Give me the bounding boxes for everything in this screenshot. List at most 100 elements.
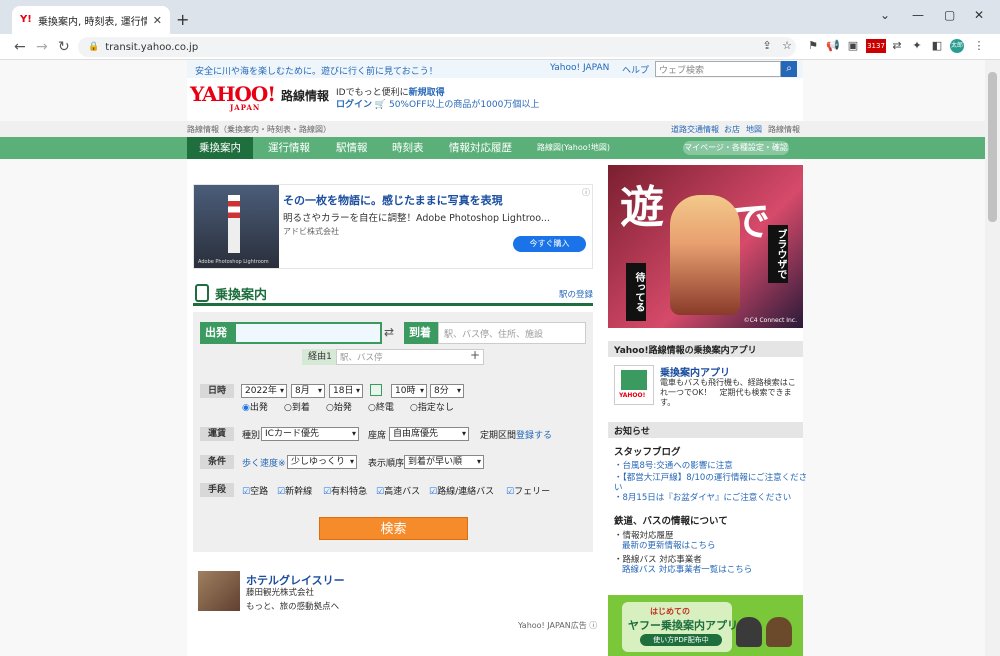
help-link[interactable]: ヘルプ [622,63,649,76]
fare-type-select[interactable]: ICカード優先 [261,427,359,441]
extension-box-icon[interactable]: ▣ [846,39,860,53]
hour-select[interactable]: 10時 [391,384,427,398]
map-link[interactable]: 地図 [746,124,762,135]
extensions-puzzle-icon[interactable]: ✦ [910,39,924,53]
game-ad-banner[interactable]: 遊 で ブラウザで 待ってる ©C4 Connect Inc. [608,165,803,328]
check-air[interactable]: ☑空路 [242,484,268,497]
radio-departure[interactable]: ◉出発 [242,400,268,413]
nav-service-info[interactable]: 運行情報 [256,137,322,159]
scrollbar-thumb[interactable] [988,72,997,222]
blog-item-obon[interactable]: ・8月15日は『お盆ダイヤ』にご注意ください [614,491,791,503]
nav-history[interactable]: 情報対応履歴 [437,137,524,159]
radio-first[interactable]: ○始発 [326,400,352,413]
extension-bookmark-icon[interactable]: ⚑ [806,39,820,53]
tab-search-icon[interactable]: ⌄ [880,8,890,22]
check-ferry[interactable]: ☑フェリー [506,484,550,497]
check-route-bus[interactable]: ☑路線/連絡バス [429,484,494,497]
radio-arrival[interactable]: ○到着 [284,400,310,413]
order-select[interactable]: 到着が早い順 [404,455,484,469]
day-select[interactable]: 18日 [329,384,363,398]
bus-ops-link[interactable]: 路線バス 対応事業者一覧はこちら [622,563,752,575]
yahoo-favicon-icon: Y! [20,14,32,25]
route-bus-label: 路線/連絡バス [437,487,495,497]
yahoo-logo[interactable]: YAHOO! JAPAN [190,82,276,112]
minute-select[interactable]: 8分 [430,384,464,398]
year-select[interactable]: 2022年 [241,384,287,398]
hotel-image[interactable] [198,571,240,611]
tab-title: 乗換案内, 時刻表, 運行情報 - Ya [38,16,147,28]
via-input[interactable]: 駅、バス停 [336,349,484,365]
month-select[interactable]: 8月 [291,384,325,398]
close-tab-icon[interactable]: ✕ [153,14,162,27]
check-limited-express[interactable]: ☑有料特急 [323,484,367,497]
shop-link[interactable]: お店 [724,124,740,135]
to-input[interactable]: 駅、バス停、住所、施設 [438,322,586,344]
seat-select[interactable]: 自由席優先 [389,427,469,441]
ad-title[interactable]: その一枚を物語に。感じたままに写真を表現 [283,192,503,208]
check-shinkansen[interactable]: ☑新幹線 [277,484,312,497]
nav-station-info[interactable]: 駅情報 [324,137,380,159]
search-icon[interactable]: ⌕ [781,61,797,77]
sidepanel-icon[interactable]: ◧ [930,39,944,53]
mail-badge-icon[interactable]: 3137 [866,39,886,53]
share-icon[interactable]: ⇪ [760,39,774,53]
site-name: 路線情報 [281,89,330,103]
walk-speed-select[interactable]: 少しゆっくり [287,455,357,469]
info-history-link[interactable]: 最新の更新情報はこちら [622,539,716,551]
no-time-label: 指定なし [417,403,454,413]
back-icon[interactable]: ← [14,39,26,55]
app-desc: 電車もバスも飛行機も、経路検索はこれ一つでOK！ 定期代も検索できます。 [660,378,796,407]
checkbox-icon: ☑ [323,487,332,497]
profile-avatar[interactable]: 太郎 [950,39,964,53]
radio-last[interactable]: ○終電 [368,400,394,413]
forward-icon[interactable]: → [36,39,48,55]
web-search-input[interactable]: ウェブ検索 [655,61,781,77]
calendar-icon[interactable] [370,384,382,396]
url-field[interactable]: 🔒 transit.yahoo.co.jp [78,37,796,57]
app-guide-banner[interactable]: はじめての ヤフー乗換案内アプリ 使い方PDF配布中 [608,595,803,656]
from-input[interactable] [234,322,382,344]
app-title[interactable]: 乗換案内アプリ [660,364,730,379]
bookmark-star-icon[interactable]: ☆ [780,39,794,53]
radio-none[interactable]: ○指定なし [410,400,454,413]
station-register-link[interactable]: 駅の登録 [559,288,593,300]
swap-icon[interactable]: ⇄ [384,325,394,339]
commuter-register-link[interactable]: 登録する [516,428,552,441]
check-highway-bus[interactable]: ☑高速バス [376,484,420,497]
add-via-icon[interactable]: + [470,348,480,362]
shinkansen-label: 新幹線 [285,487,313,497]
window-close-icon[interactable]: ✕ [974,8,984,22]
ad-info-icon[interactable]: ⓘ [582,187,590,198]
yahoo-japan-link[interactable]: Yahoo! JAPAN [550,63,609,73]
reload-icon[interactable]: ↻ [58,39,70,55]
browser-tab[interactable]: Y! 乗換案内, 時刻表, 運行情報 - Ya ✕ [12,6,170,34]
translate-icon[interactable]: ⇄ [890,39,904,53]
ad-buy-button[interactable]: 今すぐ購入 [513,236,586,252]
road-traffic-link[interactable]: 道路交通情報 [671,124,719,135]
maximize-icon[interactable]: ▢ [944,8,955,22]
banner-copyright: ©C4 Connect Inc. [743,317,797,324]
walk-speed-link[interactable]: 歩く速度※ [242,456,286,469]
staff-blog-heading: スタッフブログ [614,447,681,458]
nav-route-map[interactable]: 路線図(Yahoo!地図) [525,137,622,159]
nav-transfer[interactable]: 乗換案内 [187,137,253,159]
mypage-button[interactable]: マイページ・各種設定・確認 [683,141,789,155]
blog-item-typhoon[interactable]: ・台風8号:交通への影響に注意 [614,459,733,471]
ad-image[interactable]: Adobe Photoshop Lightroom [194,185,279,268]
new-tab-icon[interactable]: + [176,10,189,29]
breadcrumb-bar [0,121,985,137]
commuter-label: 定期区間 [480,431,517,441]
extension-megaphone-icon[interactable]: 📢 [826,39,840,53]
nav-timetable[interactable]: 時刻表 [380,137,436,159]
ad-label[interactable]: Yahoo! JAPAN広告 ⓘ [518,620,597,631]
promo-link[interactable]: 50%OFF以上の商品が1000万個以上 [389,100,539,110]
search-button[interactable]: 検索 [319,517,468,540]
guide-pdf-button[interactable]: 使い方PDF配布中 [640,634,722,646]
minimize-icon[interactable]: — [912,8,924,22]
checkbox-icon: ☑ [277,487,286,497]
login-link[interactable]: ログイン [336,100,372,110]
app-icon[interactable]: YAHOO! [614,365,654,405]
blog-item-oedo[interactable]: ・【都営大江戸線】8/10の運行情報にご注意くださ [614,471,807,483]
transit-link[interactable]: 路線情報 [768,124,800,135]
menu-dots-icon[interactable]: ⋮ [972,39,986,53]
